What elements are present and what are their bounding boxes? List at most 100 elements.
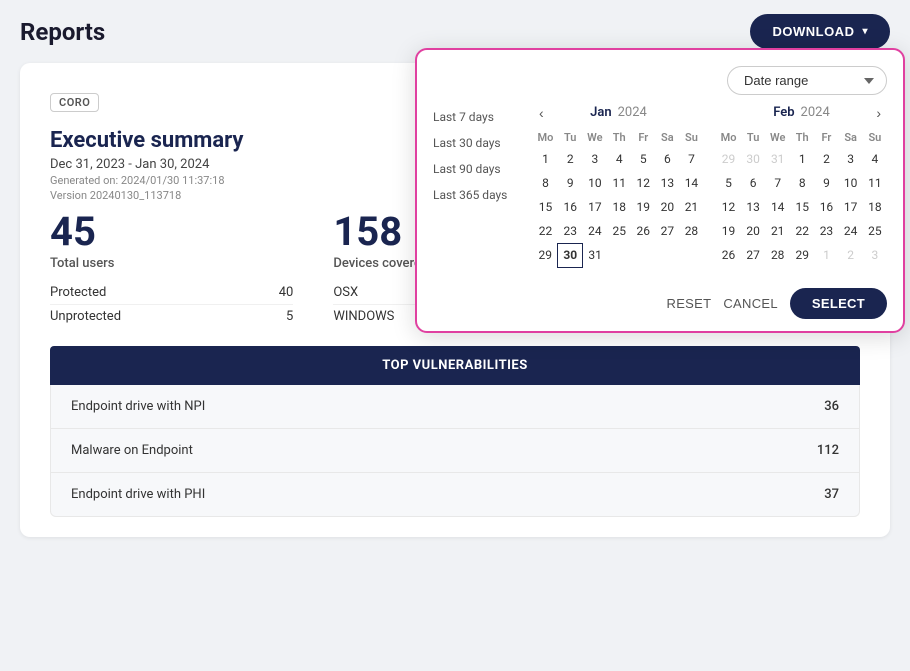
vuln-row: Endpoint drive with PHI 37: [51, 473, 859, 516]
cal-day[interactable]: 8: [790, 171, 814, 195]
cal-day[interactable]: 29: [790, 243, 814, 267]
cal-day[interactable]: 17: [839, 195, 863, 219]
cal-day[interactable]: 1: [790, 147, 814, 171]
cal-day[interactable]: 19: [631, 195, 655, 219]
cal-next-button-feb[interactable]: ›: [870, 103, 887, 123]
cal-day[interactable]: 26: [631, 219, 655, 243]
cal-day[interactable]: 12: [716, 195, 741, 219]
cal-day[interactable]: 5: [716, 171, 741, 195]
cal-day[interactable]: 16: [558, 195, 583, 219]
vuln-table: Endpoint drive with NPI 36 Malware on En…: [50, 385, 860, 517]
vuln-name: Endpoint drive with NPI: [71, 399, 205, 414]
cal-day[interactable]: 18: [863, 195, 887, 219]
cal-day[interactable]: 14: [679, 171, 703, 195]
overlay-body: Last 7 days Last 30 days Last 90 days La…: [433, 105, 887, 268]
cal-day[interactable]: 18: [607, 195, 631, 219]
page-title: Reports: [20, 18, 105, 46]
cal-day[interactable]: 10: [839, 171, 863, 195]
cal-day[interactable]: 28: [679, 219, 703, 243]
vuln-name: Endpoint drive with PHI: [71, 487, 205, 502]
coro-badge: CORO: [50, 93, 99, 112]
cal-day[interactable]: 24: [839, 219, 863, 243]
cal-day[interactable]: 13: [741, 195, 765, 219]
cal-day[interactable]: 24: [582, 219, 607, 243]
calendar-jan: ‹ Jan 2024 Mo Tu We Th Fr Sa: [533, 105, 704, 268]
top-vulnerabilities-section: TOP VULNERABILITIES Endpoint drive with …: [50, 346, 860, 517]
cal-day[interactable]: 21: [679, 195, 703, 219]
vuln-count: 36: [824, 399, 839, 414]
cal-day[interactable]: 7: [765, 171, 790, 195]
calendar-feb: Feb 2024 › Mo Tu We Th Fr Sa Su: [716, 105, 887, 268]
cal-day[interactable]: 29: [533, 243, 558, 267]
download-button[interactable]: DOWNLOAD ▾: [750, 14, 890, 49]
cal-day[interactable]: 9: [558, 171, 583, 195]
quick-select-panel: Last 7 days Last 30 days Last 90 days La…: [433, 105, 533, 268]
quick-last-30[interactable]: Last 30 days: [433, 131, 517, 155]
cal-day[interactable]: 25: [863, 219, 887, 243]
cal-day[interactable]: 11: [863, 171, 887, 195]
top-vuln-header: TOP VULNERABILITIES: [50, 346, 860, 385]
cal-day[interactable]: 25: [607, 219, 631, 243]
cal-day[interactable]: 16: [814, 195, 838, 219]
vuln-name: Malware on Endpoint: [71, 443, 193, 458]
cal-day[interactable]: 6: [655, 147, 679, 171]
users-section: 45 Total users Protected 40 Unprotected …: [50, 212, 293, 328]
cal-day[interactable]: 7: [679, 147, 703, 171]
vuln-row: Malware on Endpoint 112: [51, 429, 859, 473]
cancel-button[interactable]: CANCEL: [723, 296, 778, 311]
cal-day[interactable]: 20: [655, 195, 679, 219]
cal-day[interactable]: 27: [741, 243, 765, 267]
cal-day[interactable]: 23: [814, 219, 838, 243]
cal-jan-year: 2024: [618, 105, 647, 120]
cal-day-today[interactable]: 30: [558, 243, 583, 267]
cal-day[interactable]: 15: [790, 195, 814, 219]
total-users-label: Total users: [50, 256, 293, 271]
cal-day[interactable]: 10: [582, 171, 607, 195]
vuln-count: 37: [824, 487, 839, 502]
cal-day[interactable]: 15: [533, 195, 558, 219]
cal-prev-button[interactable]: ‹: [533, 103, 550, 123]
cal-day[interactable]: 3: [839, 147, 863, 171]
quick-last-7[interactable]: Last 7 days: [433, 105, 517, 129]
cal-day[interactable]: 4: [607, 147, 631, 171]
cal-day[interactable]: 1: [533, 147, 558, 171]
cal-day[interactable]: 26: [716, 243, 741, 267]
cal-day[interactable]: 9: [814, 171, 838, 195]
reset-button[interactable]: RESET: [667, 296, 712, 311]
cal-day[interactable]: 19: [716, 219, 741, 243]
cal-day[interactable]: 23: [558, 219, 583, 243]
date-range-overlay: Date range Last 7 days Last 30 days Last…: [415, 48, 905, 333]
cal-day[interactable]: 28: [765, 243, 790, 267]
cal-day[interactable]: 13: [655, 171, 679, 195]
cal-day[interactable]: 20: [741, 219, 765, 243]
cal-jan-header: ‹ Jan 2024: [533, 105, 704, 120]
cal-feb-grid: Mo Tu We Th Fr Sa Su 29 30: [716, 128, 887, 267]
quick-last-90[interactable]: Last 90 days: [433, 157, 517, 181]
cal-day[interactable]: 6: [741, 171, 765, 195]
select-button[interactable]: SELECT: [790, 288, 887, 319]
cal-day[interactable]: 31: [582, 243, 607, 267]
cal-day[interactable]: 5: [631, 147, 655, 171]
cal-feb-month: Feb: [773, 105, 794, 120]
quick-last-365[interactable]: Last 365 days: [433, 183, 517, 207]
overlay-footer: RESET CANCEL SELECT: [433, 280, 887, 319]
cal-day[interactable]: 27: [655, 219, 679, 243]
cal-day[interactable]: 11: [607, 171, 631, 195]
cal-day[interactable]: 22: [790, 219, 814, 243]
cal-day[interactable]: 4: [863, 147, 887, 171]
cal-feb-header: Feb 2024 ›: [716, 105, 887, 120]
cal-day[interactable]: 3: [582, 147, 607, 171]
cal-day[interactable]: 12: [631, 171, 655, 195]
cal-day[interactable]: 14: [765, 195, 790, 219]
vuln-count: 112: [817, 443, 839, 458]
cal-day[interactable]: 21: [765, 219, 790, 243]
date-range-select-row: Date range: [433, 66, 887, 95]
chevron-down-icon: ▾: [862, 26, 868, 37]
cal-day[interactable]: 2: [814, 147, 838, 171]
cal-day[interactable]: 22: [533, 219, 558, 243]
cal-day[interactable]: 8: [533, 171, 558, 195]
cal-feb-year: 2024: [801, 105, 830, 120]
cal-day[interactable]: 2: [558, 147, 583, 171]
cal-day[interactable]: 17: [582, 195, 607, 219]
date-range-dropdown[interactable]: Date range: [727, 66, 887, 95]
